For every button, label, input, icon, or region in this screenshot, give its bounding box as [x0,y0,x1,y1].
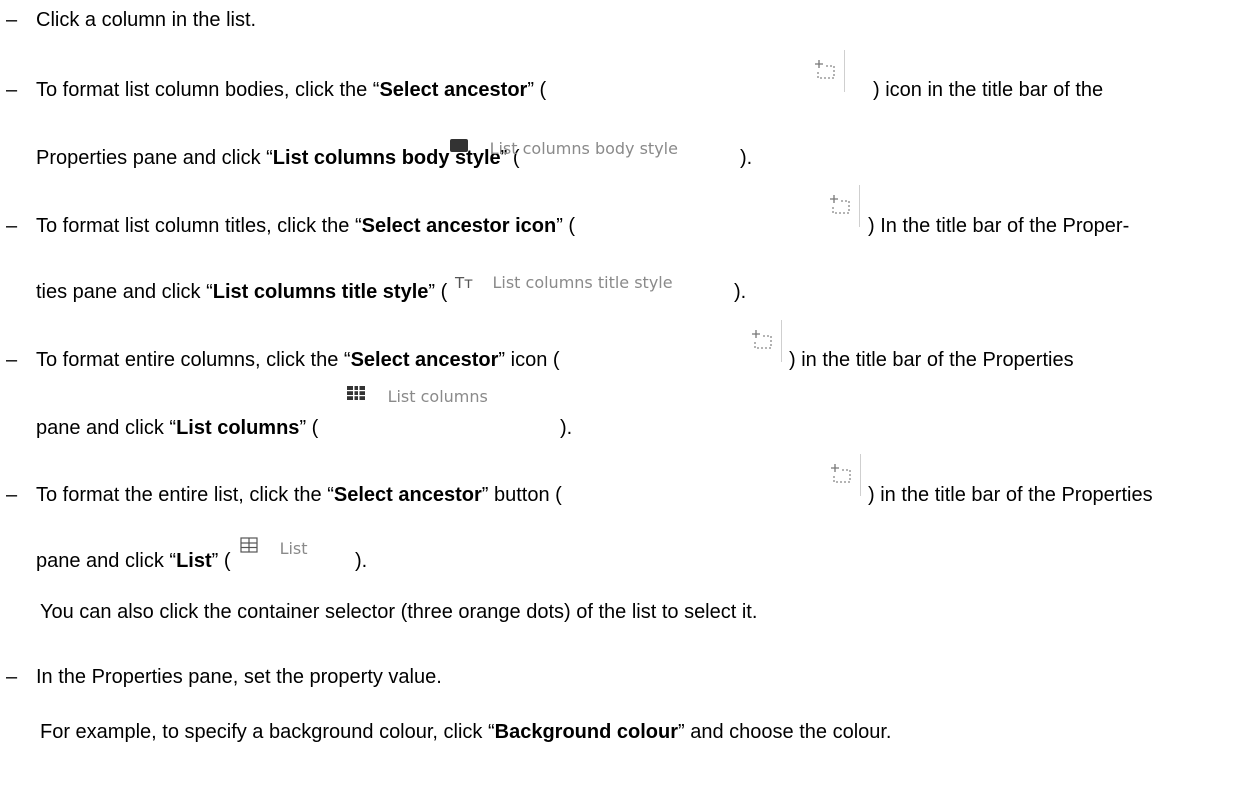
list-columns-icon [346,383,366,407]
bullet-set-property: – In the Properties pane, set the proper… [6,666,442,688]
select-ancestor-icon [822,454,862,496]
bullet-format-columns-line1: – To format entire columns, click the “S… [6,349,560,371]
bullet-format-bodies-line2: Properties pane and click “List columns … [36,147,520,169]
select-ancestor-icon [821,185,861,227]
title-style-icon: Tᴛ [455,274,473,292]
bullet-format-bodies-line1: – To format list column bodies, click th… [6,79,547,101]
bullet-format-list-line2: pane and click “List” ( [36,550,231,572]
select-ancestor-icon [806,50,846,92]
bullet-format-list-line1-end: ) in the title bar of the Properties [868,484,1153,506]
bullet-format-list-line1: – To format the entire list, click the “… [6,484,562,506]
bullet-format-titles-line2: ties pane and click “List columns title … [36,281,448,303]
bullet-format-columns-line2-end: ). [560,417,573,439]
list-columns-chip: List columns [346,384,488,409]
dash: – [6,9,18,31]
bullet-format-bodies-line2-end: ). [740,147,753,169]
bullet-format-titles-line1-end: ) In the title bar of the Proper- [868,215,1130,237]
bullet-click-column: – Click a column in the list. [6,8,257,32]
bullet-format-titles-line2-end: ). [734,281,747,303]
list-chip: List [240,536,308,561]
bullet-format-titles-line1: – To format list column titles, click th… [6,215,576,237]
select-ancestor-icon [743,320,783,362]
bullet-format-bodies-line1-end: ) icon in the title bar of the [873,79,1104,101]
container-selector-note: You can also click the container selecto… [40,601,758,623]
bullet-format-columns-line2: pane and click “List columns” ( [36,417,319,439]
bullet-text: Click a column in the list. [36,9,257,31]
bullet-format-columns-line1-end: ) in the title bar of the Properties [789,349,1074,371]
body-style-chip: List columns body style [450,136,678,161]
example-background-colour: For example, to specify a background col… [40,721,892,743]
title-style-chip: Tᴛ List columns title style [455,273,673,292]
list-table-icon [240,535,258,559]
bullet-format-list-line2-end: ). [355,550,368,572]
body-style-icon [450,139,468,153]
